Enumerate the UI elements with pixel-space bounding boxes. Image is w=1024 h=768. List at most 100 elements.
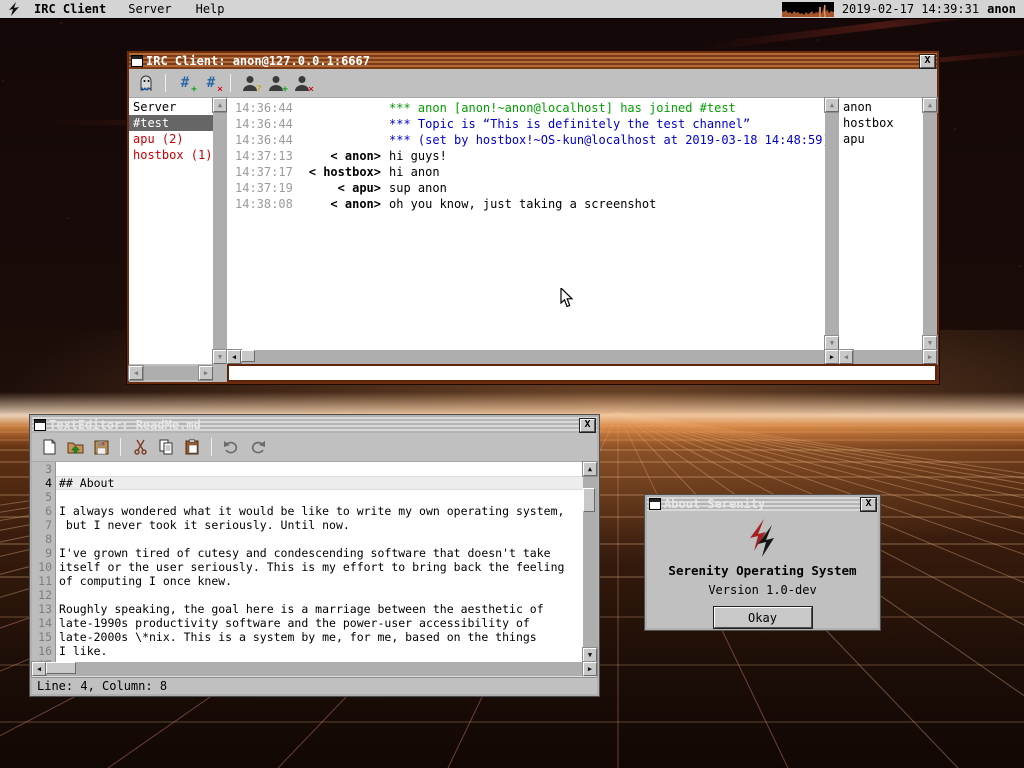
- editor-line[interactable]: 13 Roughly speaking, the goal here is a …: [32, 602, 583, 616]
- close-query-icon[interactable]: ×: [293, 74, 311, 92]
- line-number: 13: [32, 602, 56, 616]
- editor-line[interactable]: 7 but I never took it seriously. Until n…: [32, 518, 583, 532]
- paste-clipboard-icon[interactable]: [183, 438, 201, 456]
- chat-message: 14:37:17 < hostbox> hi anon: [227, 164, 825, 180]
- scroll-track[interactable]: [213, 112, 227, 350]
- scroll-track[interactable]: [46, 662, 583, 676]
- editor-line[interactable]: 12: [32, 588, 583, 602]
- channel-list-item[interactable]: hostbox (1): [129, 147, 213, 163]
- close-icon[interactable]: X: [920, 55, 935, 68]
- scroll-right-icon[interactable]: ▶: [583, 662, 597, 676]
- message-nick: < anon>: [293, 196, 381, 212]
- window-menu-icon[interactable]: [34, 419, 46, 431]
- editor-line[interactable]: 14 late-1990s productivity software and …: [32, 616, 583, 630]
- scroll-left-icon[interactable]: ◀: [32, 662, 46, 676]
- copy-icon[interactable]: [157, 438, 175, 456]
- scroll-right-icon[interactable]: ▶: [199, 366, 213, 380]
- chat-hscrollbar[interactable]: ◀ ▶: [227, 350, 839, 364]
- channel-hscrollbar[interactable]: ◀ ▶: [129, 366, 213, 380]
- editor-line[interactable]: 5: [32, 490, 583, 504]
- channel-list-item[interactable]: #test: [129, 115, 213, 131]
- editor-line[interactable]: 10 itself or the user seriously. This is…: [32, 560, 583, 574]
- menu-help[interactable]: Help: [186, 2, 235, 16]
- toolbar-separator: [211, 438, 212, 456]
- nick-scrollbar[interactable]: ▲ ▼: [923, 98, 937, 350]
- editor-line[interactable]: 15 late-2000s \*nix. This is a system by…: [32, 630, 583, 644]
- save-floppy-icon[interactable]: [92, 438, 110, 456]
- editor-line[interactable]: 6 I always wondered what it would be lik…: [32, 504, 583, 518]
- scroll-track[interactable]: [241, 350, 825, 364]
- nick-panel: anonhostboxapu ▲ ▼ ◀ ▶: [839, 98, 937, 364]
- window-menu-icon[interactable]: [131, 55, 143, 67]
- scroll-left-icon[interactable]: ◀: [227, 350, 241, 364]
- editor-line[interactable]: 4 ## About: [32, 476, 583, 490]
- channel-list: Server#testapu (2)hostbox (1): [129, 98, 213, 364]
- scroll-track[interactable]: [825, 112, 839, 336]
- close-icon[interactable]: X: [580, 419, 595, 432]
- chat-message: 14:36:44 *** anon [anon!~anon@localhost]…: [227, 100, 825, 116]
- scroll-right-icon[interactable]: ▶: [825, 350, 839, 364]
- scroll-down-icon[interactable]: ▼: [825, 336, 839, 350]
- nick-list-item[interactable]: hostbox: [839, 115, 923, 131]
- scroll-down-icon[interactable]: ▼: [213, 350, 227, 364]
- menu-server[interactable]: Server: [118, 2, 181, 16]
- editor-line[interactable]: 8: [32, 532, 583, 546]
- join-channel-icon[interactable]: # +: [176, 74, 194, 92]
- redo-icon[interactable]: [248, 438, 266, 456]
- scroll-track[interactable]: [583, 476, 597, 648]
- nick-list-item[interactable]: apu: [839, 131, 923, 147]
- ghost-client-icon[interactable]: [137, 74, 155, 92]
- message-input[interactable]: [227, 364, 937, 382]
- scroll-track[interactable]: [143, 366, 199, 380]
- nick-list-item[interactable]: anon: [839, 99, 923, 115]
- new-document-icon[interactable]: [40, 438, 58, 456]
- editor-line[interactable]: 3: [32, 462, 583, 476]
- scroll-down-icon[interactable]: ▼: [923, 336, 937, 350]
- editor-hscrollbar[interactable]: ◀ ▶: [32, 662, 597, 676]
- whois-icon[interactable]: ?: [241, 74, 259, 92]
- window-menu-icon[interactable]: [649, 498, 661, 510]
- open-folder-icon[interactable]: [66, 438, 84, 456]
- channel-scrollbar[interactable]: ▲ ▼: [213, 98, 227, 364]
- close-icon[interactable]: X: [861, 498, 876, 511]
- cpu-graph-icon[interactable]: [782, 2, 834, 17]
- texteditor-titlebar[interactable]: TextEditor: ReadMe.md X: [32, 417, 597, 433]
- scroll-track[interactable]: [853, 350, 923, 364]
- editor-line[interactable]: 9 I've grown tired of cutesy and condesc…: [32, 546, 583, 560]
- chat-message: 14:38:08 < anon> oh you know, just takin…: [227, 196, 825, 212]
- editor-line[interactable]: 11 of computing I once knew.: [32, 574, 583, 588]
- nick-hscrollbar[interactable]: ◀ ▶: [839, 350, 937, 364]
- cut-scissors-icon[interactable]: [131, 438, 149, 456]
- message-timestamp: 14:38:08: [235, 196, 293, 212]
- scroll-left-icon[interactable]: ◀: [839, 350, 853, 364]
- serenity-menu-icon[interactable]: [6, 1, 22, 17]
- menu-app-name[interactable]: IRC Client: [26, 2, 114, 16]
- editor-text-area[interactable]: 3 4 ## About 5 6 I always wondered what …: [32, 462, 583, 662]
- scroll-right-icon[interactable]: ▶: [923, 350, 937, 364]
- scroll-track[interactable]: [923, 112, 937, 336]
- okay-button[interactable]: Okay: [714, 607, 812, 628]
- open-query-icon[interactable]: +: [267, 74, 285, 92]
- line-number: 8: [32, 532, 56, 546]
- channel-list-item[interactable]: apu (2): [129, 131, 213, 147]
- line-number: 12: [32, 588, 56, 602]
- undo-icon[interactable]: [222, 438, 240, 456]
- scroll-up-icon[interactable]: ▲: [213, 98, 227, 112]
- chat-scrollbar[interactable]: ▲ ▼: [825, 98, 839, 350]
- scroll-up-icon[interactable]: ▲: [825, 98, 839, 112]
- line-number: 14: [32, 616, 56, 630]
- editor-vscrollbar[interactable]: ▲ ▼: [583, 462, 597, 662]
- editor-line[interactable]: 16 I like.: [32, 644, 583, 658]
- scroll-down-icon[interactable]: ▼: [583, 648, 597, 662]
- menubar: IRC Client Server Help 2019-02-17 14:39:…: [0, 0, 1024, 19]
- scroll-up-icon[interactable]: ▲: [923, 98, 937, 112]
- part-channel-icon[interactable]: # ×: [202, 74, 220, 92]
- scroll-up-icon[interactable]: ▲: [583, 462, 597, 476]
- about-titlebar[interactable]: About Serenity X: [647, 497, 878, 511]
- irc-titlebar[interactable]: IRC Client: anon@127.0.0.1:6667 X: [129, 53, 937, 69]
- texteditor-toolbar: [32, 433, 597, 462]
- scroll-left-icon[interactable]: ◀: [129, 366, 143, 380]
- channel-list-item[interactable]: Server: [129, 99, 213, 115]
- message-nick: < hostbox>: [293, 164, 381, 180]
- chat-message: 14:37:13 < anon> hi guys!: [227, 148, 825, 164]
